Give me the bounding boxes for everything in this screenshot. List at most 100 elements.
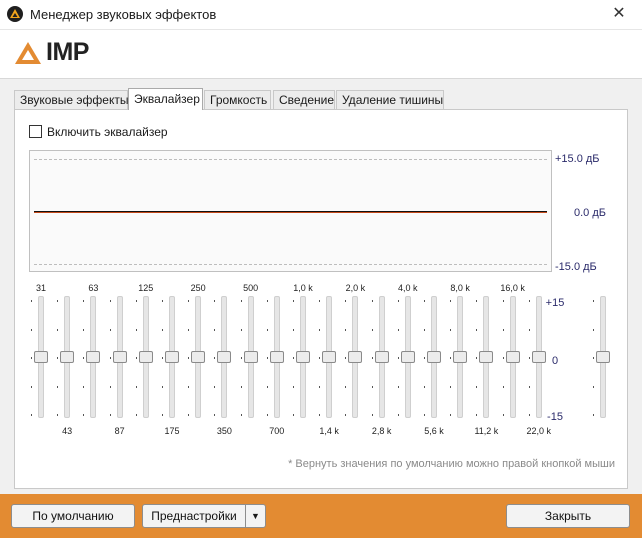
slider-tick bbox=[83, 357, 85, 359]
slider-tick bbox=[424, 300, 425, 302]
slider-tick bbox=[266, 328, 268, 331]
slider-tick bbox=[135, 300, 137, 302]
slider-tick bbox=[31, 385, 32, 388]
slider-tick bbox=[109, 357, 111, 359]
band-frequency-label: 250 bbox=[190, 283, 206, 293]
graph-label-mid: 0.0 дБ bbox=[574, 207, 606, 219]
default-button[interactable]: По умолчанию bbox=[11, 504, 135, 528]
scale-label-top: +15 bbox=[545, 297, 565, 309]
band-slider-thumb[interactable] bbox=[453, 351, 468, 363]
band-slider-thumb[interactable] bbox=[269, 351, 284, 363]
band-frequency-label: 63 bbox=[88, 283, 99, 293]
slider-tick bbox=[109, 385, 111, 388]
tab-mixing[interactable]: Сведение bbox=[273, 90, 335, 110]
slider-tick bbox=[593, 300, 594, 302]
slider-tick bbox=[162, 357, 163, 359]
band-slider-thumb[interactable] bbox=[86, 351, 101, 363]
slider-tick bbox=[319, 357, 321, 359]
band-slider-thumb[interactable] bbox=[296, 351, 310, 363]
slider-tick bbox=[188, 328, 190, 331]
content-area: Звуковые эффекты Эквалайзер Громкость Св… bbox=[0, 78, 642, 494]
band-slider-thumb[interactable] bbox=[400, 351, 415, 363]
slider-tick bbox=[31, 414, 32, 416]
band-frequency-label: 175 bbox=[164, 426, 180, 436]
slider-tick bbox=[450, 300, 452, 302]
tab-silence-removal[interactable]: Удаление тишины bbox=[336, 90, 444, 110]
band-frequency-label: 1,4 k bbox=[319, 426, 339, 436]
slider-tick bbox=[293, 385, 294, 388]
close-button[interactable]: Закрыть bbox=[506, 504, 630, 528]
graph-top-line bbox=[34, 159, 547, 160]
slider-tick bbox=[57, 414, 59, 416]
eq-curve bbox=[34, 211, 547, 213]
slider-tick bbox=[319, 385, 321, 388]
band-frequency-label: 500 bbox=[243, 283, 259, 293]
slider-tick bbox=[266, 357, 268, 359]
slider-tick bbox=[319, 328, 321, 331]
slider-tick bbox=[371, 328, 373, 331]
band-slider-thumb[interactable] bbox=[243, 351, 258, 363]
slider-tick bbox=[266, 414, 268, 416]
logo-area: IMP bbox=[0, 30, 642, 78]
band-slider-thumb[interactable] bbox=[322, 351, 337, 363]
band-slider-thumb[interactable] bbox=[191, 351, 206, 363]
preamp-slider-thumb[interactable] bbox=[596, 351, 610, 363]
slider-tick bbox=[476, 357, 478, 359]
band-slider-thumb[interactable] bbox=[60, 351, 75, 363]
slider-tick bbox=[593, 414, 594, 416]
band-slider-thumb[interactable] bbox=[165, 351, 179, 363]
slider-tick bbox=[162, 385, 163, 388]
slider-tick bbox=[31, 357, 32, 359]
presets-button[interactable]: Преднастройки bbox=[142, 504, 246, 528]
slider-tick bbox=[57, 328, 59, 331]
close-window-icon[interactable]: ✕ bbox=[608, 3, 630, 25]
slider-tick bbox=[214, 300, 216, 302]
tab-equalizer[interactable]: Эквалайзер bbox=[128, 88, 203, 110]
slider-tick bbox=[397, 300, 399, 302]
slider-tick bbox=[83, 414, 85, 416]
slider-tick bbox=[57, 385, 59, 388]
band-slider-thumb[interactable] bbox=[348, 351, 363, 363]
slider-tick bbox=[293, 357, 294, 359]
aimp-app-icon bbox=[7, 6, 23, 22]
band-frequency-label: 31 bbox=[35, 283, 46, 293]
slider-tick bbox=[293, 300, 294, 302]
band-frequency-label: 4,0 k bbox=[398, 283, 418, 293]
slider-tick bbox=[450, 357, 452, 359]
bottom-bar: По умолчанию Преднастройки ▼ Закрыть bbox=[0, 494, 642, 538]
tab-volume[interactable]: Громкость bbox=[204, 90, 271, 110]
slider-tick bbox=[528, 414, 530, 416]
slider-tick bbox=[162, 414, 163, 416]
slider-tick bbox=[502, 385, 504, 388]
slider-tick bbox=[397, 385, 399, 388]
band-slider-thumb[interactable] bbox=[217, 351, 232, 363]
band-slider-thumb[interactable] bbox=[479, 351, 494, 363]
scale-label-mid: 0 bbox=[551, 355, 559, 367]
enable-equalizer-checkbox[interactable] bbox=[29, 125, 42, 138]
slider-tick bbox=[371, 357, 373, 359]
slider-tick bbox=[397, 357, 399, 359]
graph-label-bottom: -15.0 дБ bbox=[555, 261, 597, 273]
band-slider-thumb[interactable] bbox=[138, 351, 153, 363]
tab-sound-effects[interactable]: Звуковые эффекты bbox=[14, 90, 128, 110]
slider-tick bbox=[188, 414, 190, 416]
slider-tick bbox=[319, 300, 321, 302]
slider-tick bbox=[502, 328, 504, 331]
slider-tick bbox=[135, 385, 137, 388]
band-slider-thumb[interactable] bbox=[112, 351, 127, 363]
slider-tick bbox=[83, 300, 85, 302]
band-slider-thumb[interactable] bbox=[34, 351, 48, 363]
slider-tick bbox=[345, 300, 347, 302]
band-slider-thumb[interactable] bbox=[427, 351, 441, 363]
slider-tick bbox=[502, 414, 504, 416]
slider-tick bbox=[109, 328, 111, 331]
slider-tick bbox=[345, 328, 347, 331]
slider-tick bbox=[188, 300, 190, 302]
slider-tick bbox=[109, 300, 111, 302]
slider-tick bbox=[240, 300, 242, 302]
presets-dropdown-arrow[interactable]: ▼ bbox=[245, 504, 266, 528]
band-slider-thumb[interactable] bbox=[374, 351, 389, 363]
band-frequency-label: 43 bbox=[62, 426, 73, 436]
band-slider-thumb[interactable] bbox=[505, 351, 520, 363]
window-title: Менеджер звуковых эффектов bbox=[30, 7, 217, 22]
